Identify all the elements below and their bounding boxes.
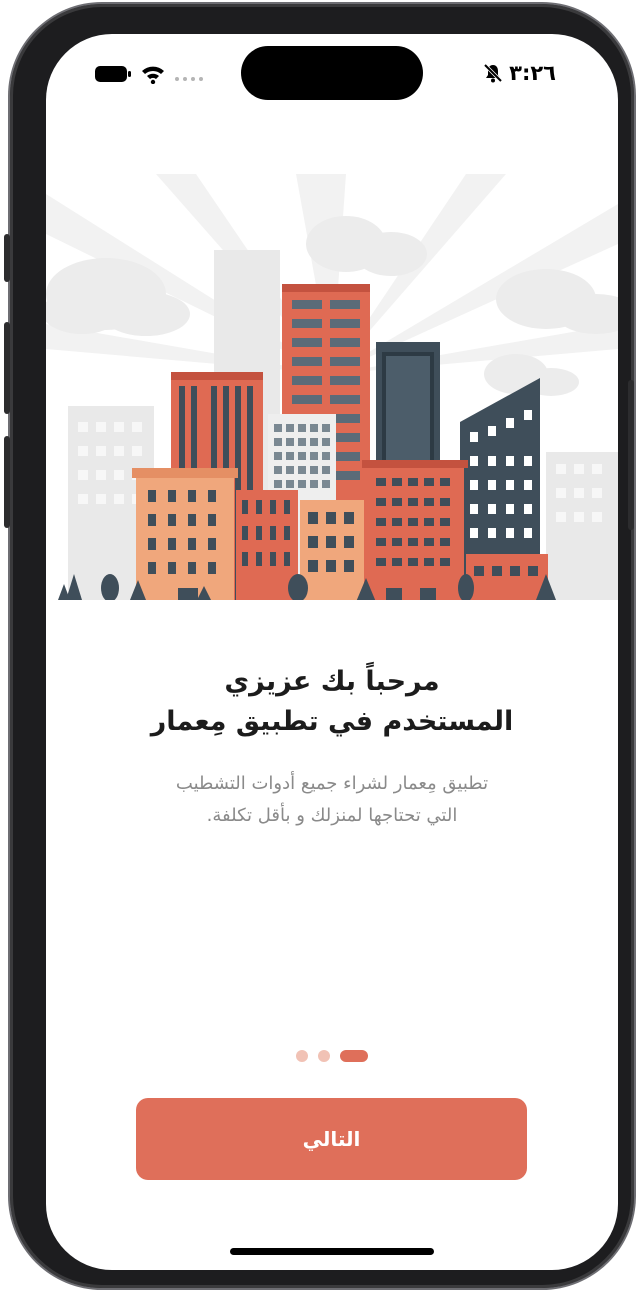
building-dark-slanted (460, 378, 548, 614)
building-peach-middle (300, 500, 364, 614)
volume-up-button (4, 322, 10, 414)
page-dot-2[interactable] (318, 1050, 330, 1062)
home-indicator[interactable] (230, 1248, 434, 1255)
action-button (4, 234, 10, 282)
status-time: ٣:٢٦ (509, 61, 556, 85)
next-button[interactable]: التالي (136, 1098, 527, 1180)
next-button-label: التالي (302, 1127, 361, 1151)
signal-icon (175, 77, 203, 81)
phone-frame: ٣:٢٦ مرحباً بك عزيزي المستخدم في تطبيق م… (4, 4, 634, 1288)
building-peach-left (132, 468, 238, 614)
bell-slash-icon (483, 63, 503, 83)
onboarding-subtitle: تطبيق مِعمار لشراء جميع أدوات التشطيب ال… (86, 768, 578, 832)
battery-icon (95, 66, 131, 82)
subtitle-line-1: تطبيق مِعمار لشراء جميع أدوات التشطيب (175, 773, 489, 794)
status-left (94, 60, 204, 88)
title-line-2: المستخدم في تطبيق مِعمار (150, 706, 514, 737)
building-red-front (236, 490, 298, 614)
app-screen: ٣:٢٦ مرحباً بك عزيزي المستخدم في تطبيق م… (46, 34, 618, 1270)
page-indicator (46, 1050, 618, 1062)
page-dot-3-active[interactable] (340, 1050, 368, 1062)
title-line-1: مرحباً بك عزيزي (224, 666, 440, 697)
dynamic-island (241, 46, 423, 100)
power-button (628, 380, 634, 530)
city-illustration (46, 174, 618, 614)
building-red-wide (362, 460, 468, 614)
volume-down-button (4, 436, 10, 528)
page-dot-1[interactable] (296, 1050, 308, 1062)
subtitle-line-2: التي تحتاجها لمنزلك و بأقل تكلفة. (206, 805, 458, 826)
wifi-icon (142, 66, 164, 84)
onboarding-title: مرحباً بك عزيزي المستخدم في تطبيق مِعمار (66, 662, 598, 742)
status-right: ٣:٢٦ (483, 58, 556, 88)
